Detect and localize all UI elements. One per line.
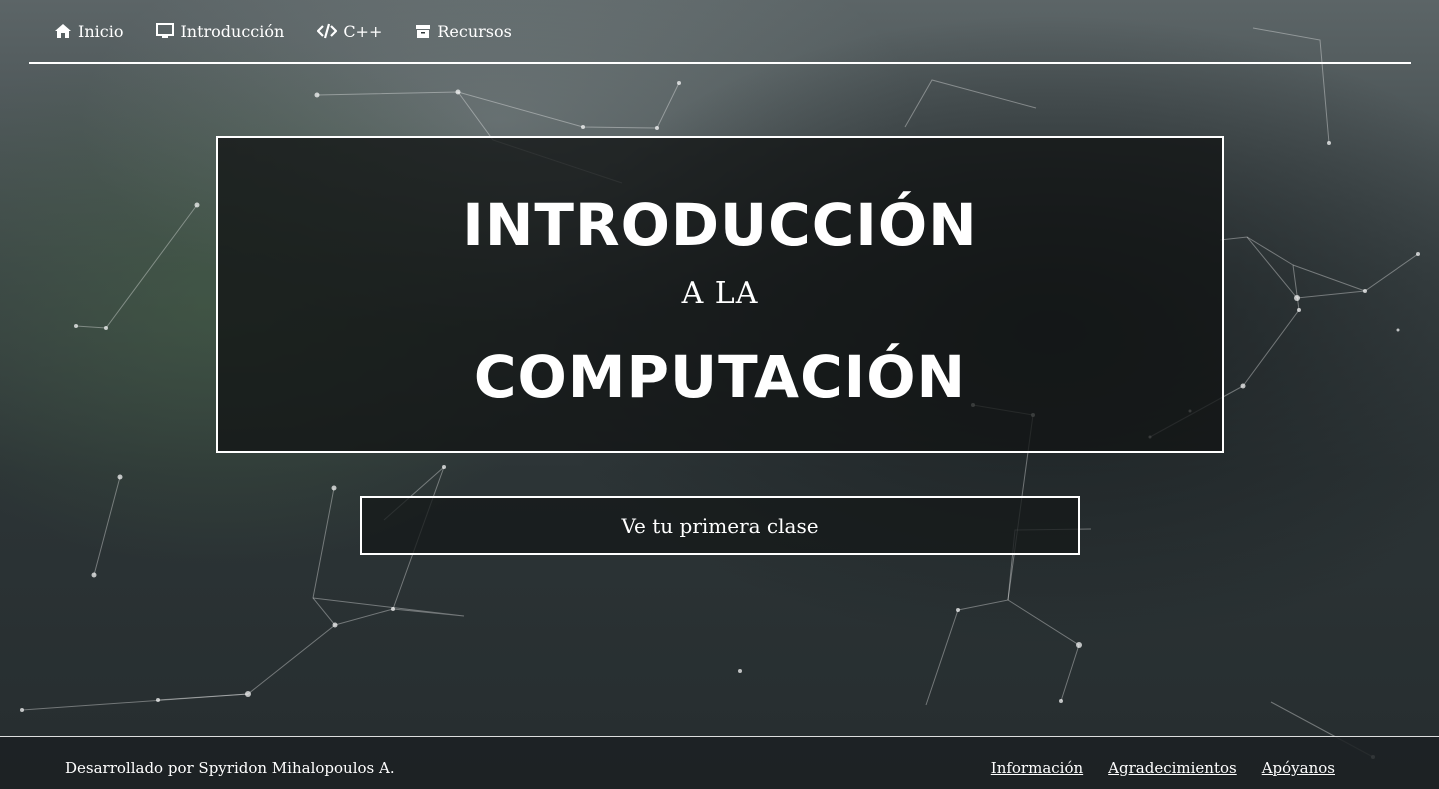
nav-item-label: C++ xyxy=(343,21,383,41)
nav-item-introduccion[interactable]: Introducción xyxy=(156,22,284,41)
nav-item-inicio[interactable]: Inicio xyxy=(54,22,123,41)
footer-link-apoyanos[interactable]: Apóyanos xyxy=(1262,759,1335,777)
footer: Desarrollado por Spyridon Mihalopoulos A… xyxy=(0,736,1439,789)
footer-link-agradecimientos[interactable]: Agradecimientos xyxy=(1108,759,1237,777)
top-navigation: Inicio Introducción C++ Recursos xyxy=(29,0,1411,64)
monitor-icon xyxy=(156,23,175,39)
code-icon xyxy=(317,23,338,39)
hero-subtitle: A LA xyxy=(681,276,759,311)
footer-credit: Desarrollado por Spyridon Mihalopoulos A… xyxy=(65,759,395,777)
hero-title-line-1: INTRODUCCIÓN xyxy=(462,191,978,259)
nav-item-label: Recursos xyxy=(437,21,512,41)
footer-links: Información Agradecimientos Apóyanos xyxy=(991,759,1335,777)
hero-title-line-2: COMPUTACIÓN xyxy=(473,343,967,411)
nav-item-cpp[interactable]: C++ xyxy=(317,22,382,41)
nav-item-recursos[interactable]: Recursos xyxy=(415,21,512,41)
first-class-button[interactable]: Ve tu primera clase xyxy=(360,496,1080,555)
home-icon xyxy=(54,23,72,39)
nav-item-label: Inicio xyxy=(78,21,124,41)
hero-title-box: INTRODUCCIÓN A LA COMPUTACIÓN xyxy=(216,136,1224,453)
archive-icon xyxy=(415,23,431,39)
footer-link-informacion[interactable]: Información xyxy=(991,759,1083,777)
nav-item-label: Introducción xyxy=(180,21,285,41)
